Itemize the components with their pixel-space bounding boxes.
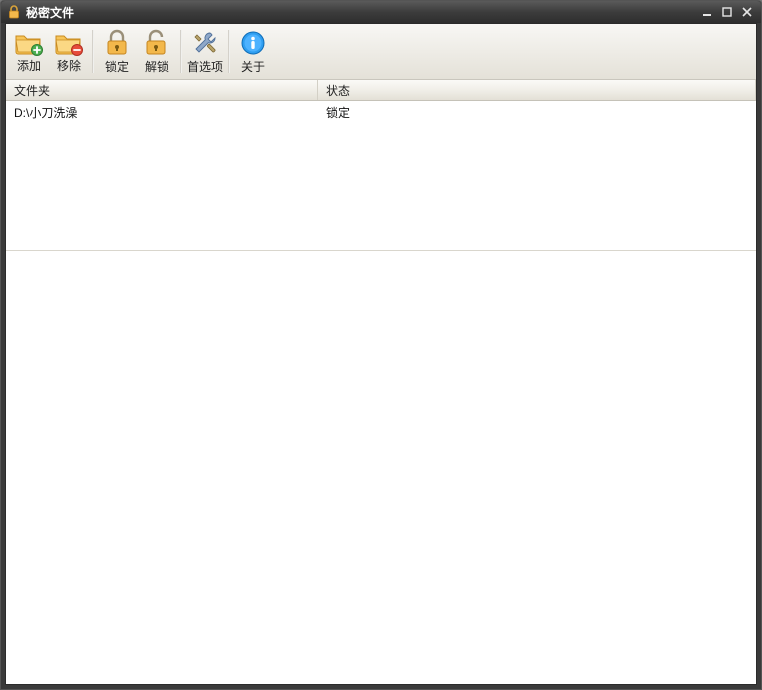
table-row[interactable]: D:\小刀洗澡 锁定 (6, 101, 756, 124)
unlock-button[interactable]: 解锁 (137, 26, 177, 77)
toolbar-separator (228, 30, 230, 73)
remove-label: 移除 (57, 57, 81, 74)
unlock-label: 解锁 (145, 58, 169, 75)
column-folder-label: 文件夹 (14, 82, 50, 99)
window-title: 秘密文件 (26, 4, 699, 21)
column-headers: 文件夹 状态 (6, 80, 756, 101)
folder-add-icon (13, 29, 45, 56)
column-status-label: 状态 (326, 82, 350, 99)
about-label: 关于 (241, 58, 265, 75)
tools-icon (189, 29, 221, 57)
lock-label: 锁定 (105, 58, 129, 75)
unlock-icon (141, 29, 173, 57)
add-button[interactable]: 添加 (9, 26, 49, 77)
lock-button[interactable]: 锁定 (97, 26, 137, 77)
add-label: 添加 (17, 57, 41, 74)
folder-remove-icon (53, 29, 85, 56)
cell-status: 锁定 (318, 104, 756, 121)
blank-area (6, 251, 756, 684)
preferences-button[interactable]: 首选项 (185, 26, 225, 77)
maximize-button[interactable] (719, 5, 735, 19)
lock-icon (101, 29, 133, 57)
title-bar[interactable]: 秘密文件 (1, 1, 761, 23)
file-list[interactable]: D:\小刀洗澡 锁定 (6, 101, 756, 251)
close-button[interactable] (739, 5, 755, 19)
column-header-folder[interactable]: 文件夹 (6, 80, 318, 100)
window-controls (699, 5, 755, 19)
toolbar: 添加 移除 (6, 24, 756, 80)
toolbar-separator (92, 30, 94, 73)
minimize-button[interactable] (699, 5, 715, 19)
column-header-status[interactable]: 状态 (318, 80, 756, 100)
toolbar-separator (180, 30, 182, 73)
preferences-label: 首选项 (187, 58, 223, 75)
client-area: 添加 移除 (5, 23, 757, 685)
cell-folder: D:\小刀洗澡 (6, 104, 318, 121)
remove-button[interactable]: 移除 (49, 26, 89, 77)
app-lock-icon (7, 5, 21, 19)
info-icon (237, 29, 269, 57)
app-window: 秘密文件 (0, 0, 762, 690)
about-button[interactable]: 关于 (233, 26, 273, 77)
